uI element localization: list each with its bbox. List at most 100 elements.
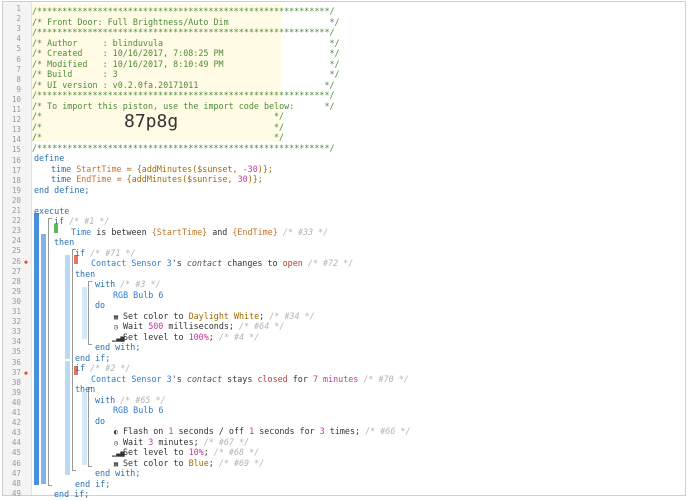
do-keyword[interactable]: do <box>95 300 105 311</box>
line-number: 26 <box>11 256 21 266</box>
line-number: 15 <box>11 145 21 155</box>
build-comment: /* Build : 3 */ <box>32 69 340 79</box>
with-statement-3[interactable]: with /* #3 */ <box>95 279 161 290</box>
line-number: 16 <box>11 155 21 165</box>
line-number: 11 <box>11 105 21 114</box>
execute-keyword[interactable]: execute <box>34 206 69 217</box>
piston-title-comment: /* Front Door: Full Brightness/Auto Dim … <box>32 16 340 27</box>
comment-close: */ <box>274 132 285 142</box>
set-color-daylight-task[interactable]: ▦ Set color to Daylight White; /* #34 */ <box>112 311 315 322</box>
wait-3-minutes-task[interactable]: ◷ Wait 3 minutes; /* #67 */ <box>112 437 249 448</box>
line-number: 28 <box>11 276 21 286</box>
with-statement-65[interactable]: with /* #65 */ <box>95 395 166 406</box>
line-number: 43 <box>11 428 21 438</box>
device-rgb-bulb-6[interactable]: RGB Bulb 6 <box>113 405 163 416</box>
warning-icon[interactable]: ◆ <box>23 257 29 267</box>
end-with[interactable]: end with; <box>95 342 140 353</box>
line-number: 5 <box>16 44 21 54</box>
end-with[interactable]: end with; <box>95 468 140 479</box>
flash-task[interactable]: ◐ Flash on 1 seconds / off 1 seconds for … <box>112 426 411 437</box>
line-number: 12 <box>11 115 21 125</box>
line-number: 3 <box>16 24 21 34</box>
line-number: 41 <box>11 408 21 417</box>
comment-open: /* <box>32 121 43 132</box>
comment-close: */ <box>274 111 285 121</box>
end-time-statement[interactable]: time EndTime = {addMinutes($sunrise, 30)… <box>51 174 263 185</box>
time-between-condition[interactable]: Time is between {StartTime} and {EndTime… <box>71 227 328 238</box>
line-number: 17 <box>11 165 21 175</box>
line-number: 29 <box>11 286 21 296</box>
line-number: 6 <box>16 54 21 64</box>
line-number: 32 <box>11 317 21 327</box>
if-1-bracket <box>48 218 52 486</box>
line-number: 46 <box>11 458 21 468</box>
with-3-bracket <box>88 281 92 345</box>
author-comment: /* Author : blinduvula */ <box>32 37 340 48</box>
with-65-bracket <box>88 387 92 467</box>
then-keyword[interactable]: then <box>75 269 95 280</box>
ui-version-comment: /* UI version : v0.2.0fa.20171011 */ <box>32 79 335 90</box>
modified-comment: /* Modified : 10/16/2017, 8:10:49 PM */ <box>32 58 340 69</box>
line-number: 19 <box>11 185 21 195</box>
line-number: 7 <box>16 64 21 74</box>
created-comment: /* Created : 10/16/2017, 7:08:25 PM */ <box>32 48 340 58</box>
line-number: 4 <box>16 34 21 44</box>
end-if[interactable]: end if; <box>75 353 110 364</box>
line-number: 44 <box>11 438 21 448</box>
then-keyword[interactable]: then <box>75 384 95 395</box>
with-65-bar <box>82 392 87 465</box>
warning-icon[interactable]: ◆ <box>23 368 29 378</box>
line-number: 13 <box>11 125 21 135</box>
if-statement-1[interactable]: if /* #1 */ <box>54 216 109 227</box>
line-number: 42 <box>11 418 21 428</box>
set-level-100-task[interactable]: ▁▃▅Set level to 100%; /* #4 */ <box>112 332 259 343</box>
line-number: 18 <box>11 175 21 185</box>
do-keyword[interactable]: do <box>95 416 105 427</box>
then-keyword[interactable]: then <box>54 237 74 248</box>
start-time-statement[interactable]: time StartTime = {addMinutes($sunset, -3… <box>51 164 273 175</box>
line-number: 21 <box>11 206 21 215</box>
line-number: 33 <box>11 327 21 337</box>
comment-open: /* <box>32 132 43 142</box>
line-number: 22 <box>11 216 21 226</box>
line-number: 47 <box>11 468 21 478</box>
piston-editor: 1 2 3 4 5 6 7 8 9 10 11 12 13 14 15 16 17 18 19 20 21 22 23 24 2… <box>2 1 686 499</box>
if-1-block-bar <box>41 234 46 484</box>
line-number: 1 <box>16 4 21 13</box>
import-instructions: /* To import this piston, use the import… <box>32 100 335 111</box>
import-code: 87p8g <box>124 111 179 132</box>
line-number: 48 <box>11 478 21 488</box>
line-number: 9 <box>16 84 21 94</box>
comment-open: /* <box>32 111 43 121</box>
line-number: 20 <box>11 195 21 205</box>
line-number: 39 <box>11 387 21 397</box>
if-71-bar <box>65 255 70 359</box>
define-keyword[interactable]: define <box>34 153 64 164</box>
set-level-10-task[interactable]: ▁▃▅Set level to 10%; /* #68 */ <box>112 447 259 458</box>
end-if[interactable]: end if; <box>54 489 89 500</box>
line-number: 49 <box>11 488 21 498</box>
if-statement-2[interactable]: if /* #2 */ <box>75 363 130 374</box>
contact-changes-condition[interactable]: Contact Sensor 3's contact changes to op… <box>91 258 353 269</box>
line-number: 14 <box>11 135 21 145</box>
line-number: 36 <box>11 357 21 367</box>
line-number: 34 <box>11 337 21 347</box>
line-number: 37 <box>11 367 21 377</box>
end-define[interactable]: end define; <box>34 185 89 196</box>
header-line: /***************************************… <box>32 142 335 153</box>
if-statement-71[interactable]: if /* #71 */ <box>75 248 136 259</box>
wait-500ms-task[interactable]: ◷ Wait 500 milliseconds; /* #64 */ <box>112 321 285 332</box>
line-number: 10 <box>11 94 21 104</box>
line-number: 45 <box>11 448 21 458</box>
line-number: 25 <box>11 246 21 256</box>
end-if[interactable]: end if; <box>75 479 110 490</box>
line-number: 31 <box>11 307 21 316</box>
comment-close: */ <box>274 121 285 132</box>
line-number-gutter: 1 2 3 4 5 6 7 8 9 10 11 12 13 14 15 16 17 18 19 20 21 22 23 24 2… <box>3 2 32 498</box>
header-line: /***************************************… <box>32 6 335 16</box>
set-color-blue-task[interactable]: ▦ Set color to Blue; /* #69 */ <box>112 458 264 469</box>
contact-stays-closed-condition[interactable]: Contact Sensor 3's contact stays closed … <box>91 374 409 385</box>
device-rgb-bulb-6[interactable]: RGB Bulb 6 <box>113 290 163 301</box>
if-2-bar <box>65 361 70 475</box>
line-number: 35 <box>11 347 21 357</box>
